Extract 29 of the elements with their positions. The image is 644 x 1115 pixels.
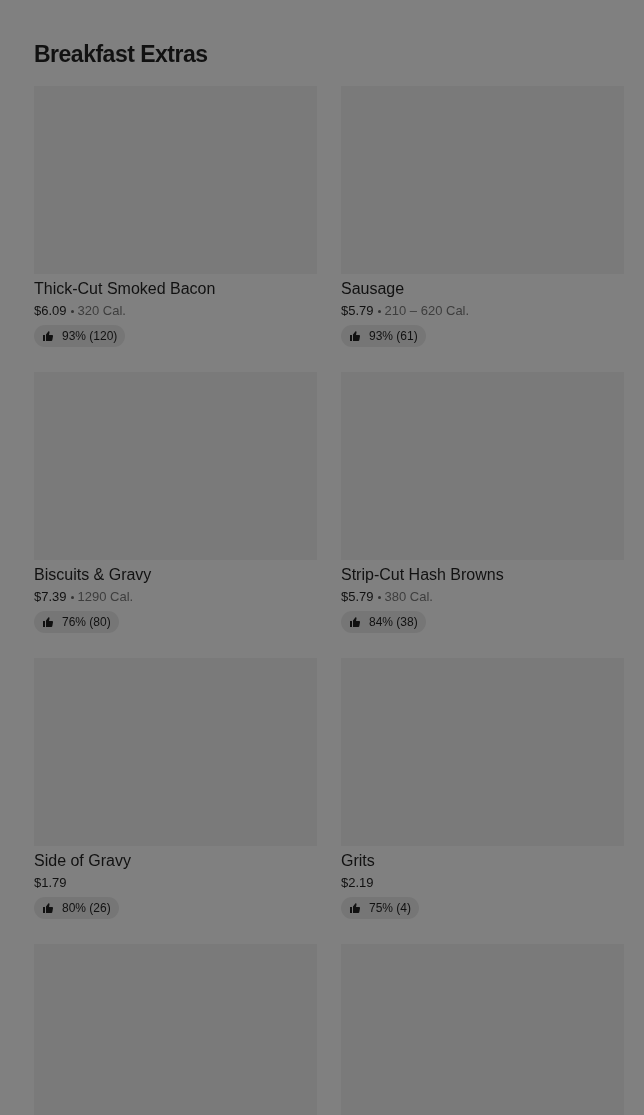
item-name: Biscuits & Gravy	[34, 565, 153, 585]
thumbs-up-icon	[349, 330, 361, 342]
thumbs-up-icon	[349, 902, 361, 914]
item-price: $7.39	[34, 588, 67, 606]
item-calories: 320 Cal.	[77, 302, 126, 320]
item-price: $5.79	[341, 302, 374, 320]
thumbs-up-icon	[42, 330, 54, 342]
item-calories: 210 – 620 Cal.	[384, 302, 470, 320]
item-price: $2.19	[341, 874, 374, 892]
rating-text: 76% (80)	[62, 614, 111, 631]
rating-text: 75% (4)	[369, 900, 412, 917]
thumbs-up-icon	[349, 616, 361, 628]
item-name: Thick-Cut Smoked Bacon	[34, 279, 217, 299]
rating-text: 84% (38)	[369, 614, 418, 631]
section-title: Breakfast Extras	[34, 40, 209, 69]
thumbs-up-icon	[42, 902, 54, 914]
item-calories: 1290 Cal.	[77, 588, 134, 606]
thumbs-up-icon	[42, 616, 54, 628]
item-name: Side of Gravy	[34, 851, 132, 871]
rating-text: 80% (26)	[62, 900, 111, 917]
rating-text: 93% (61)	[369, 328, 418, 345]
item-name: Grits	[341, 851, 376, 871]
item-price: $5.79	[341, 588, 374, 606]
item-price: $6.09	[34, 302, 67, 320]
item-price: $1.79	[34, 874, 67, 892]
rating-text: 93% (120)	[62, 328, 118, 345]
item-name: Sausage	[341, 279, 406, 299]
item-calories: 380 Cal.	[384, 588, 433, 606]
item-name: Strip-Cut Hash Browns	[341, 565, 505, 585]
